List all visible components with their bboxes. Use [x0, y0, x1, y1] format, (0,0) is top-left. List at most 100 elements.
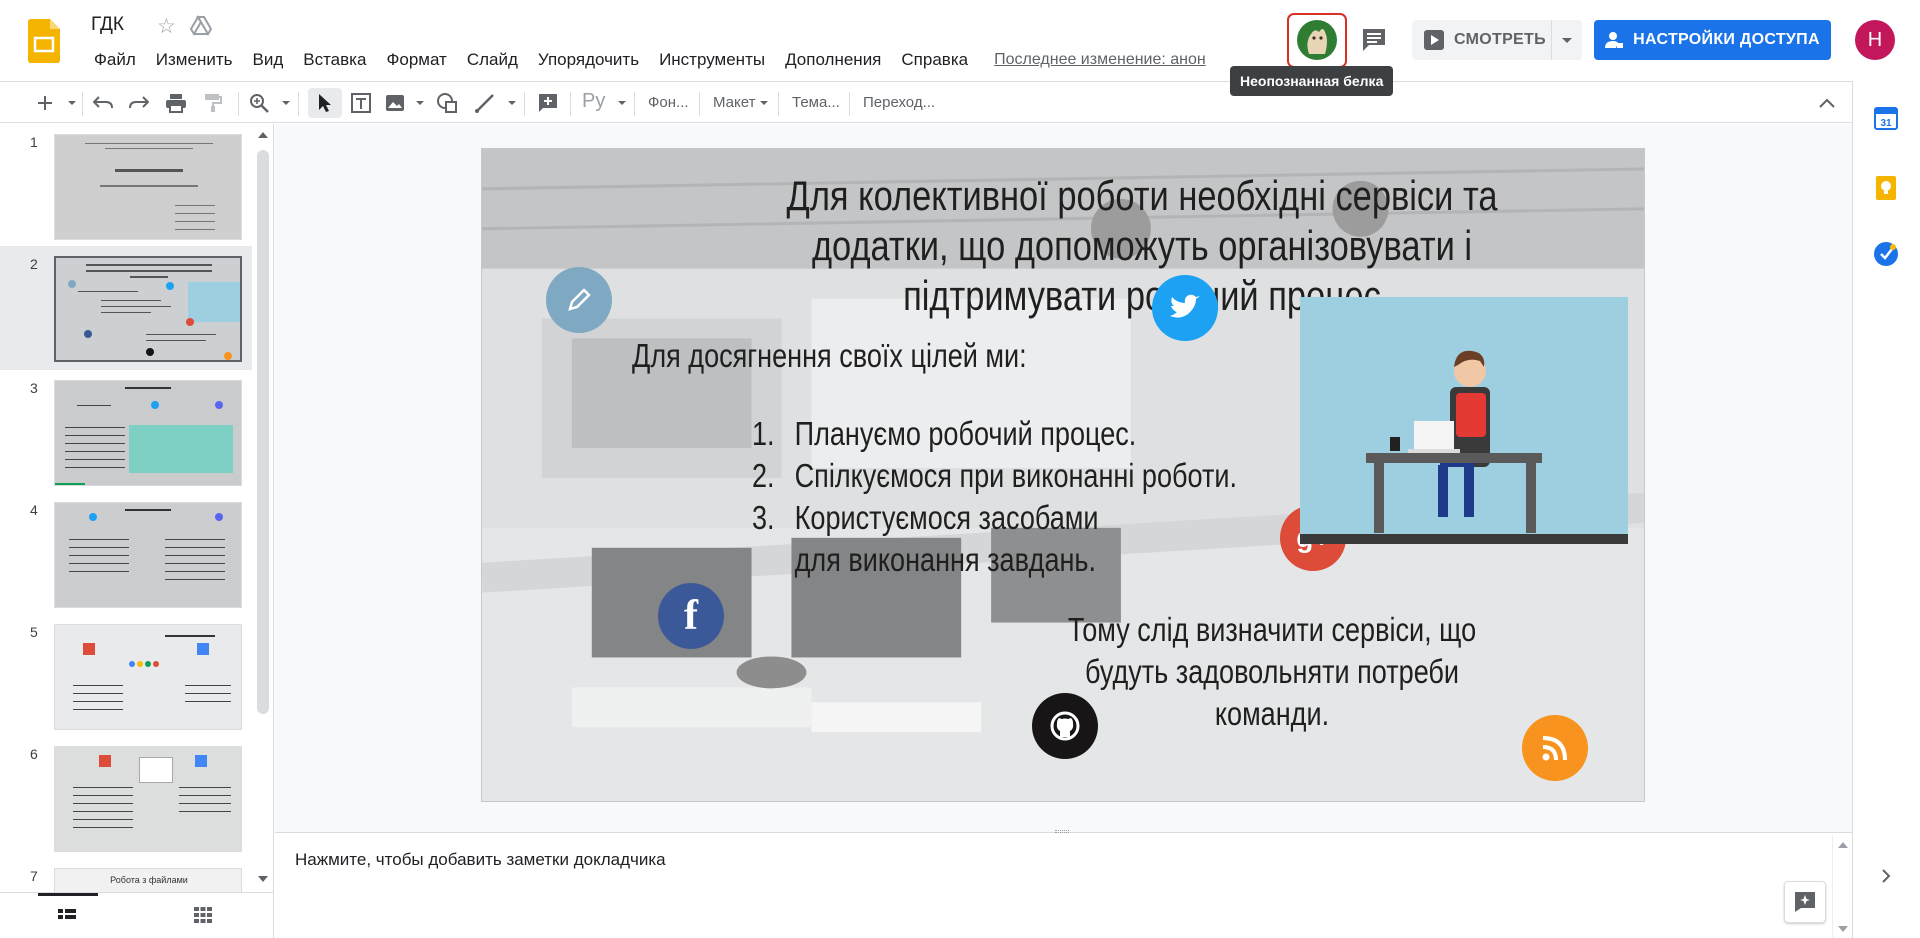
filmstrip-scrollbar[interactable]	[252, 124, 273, 892]
menu-slide[interactable]: Слайд	[457, 50, 528, 70]
menu-bar: Файл Изменить Вид Вставка Формат Слайд У…	[84, 48, 1230, 72]
rss-icon[interactable]	[1522, 715, 1588, 781]
menu-tools[interactable]: Инструменты	[649, 50, 775, 70]
scroll-down-icon[interactable]	[258, 876, 268, 882]
select-tool-button[interactable]	[308, 88, 342, 118]
input-tools-dropdown[interactable]	[612, 88, 626, 118]
list-number: 2.	[752, 457, 775, 494]
toolbar-divider	[298, 92, 299, 116]
zoom-button[interactable]	[244, 88, 274, 118]
transition-button[interactable]: Переход...	[863, 94, 935, 111]
chevron-down-icon	[617, 101, 626, 105]
redo-button[interactable]	[124, 88, 154, 118]
person-lock-icon	[1605, 32, 1624, 48]
insert-image-button[interactable]	[380, 88, 410, 118]
slide-canvas-area[interactable]: Для колективної роботи необхідні сервіси…	[275, 124, 1852, 832]
filmstrip-view-icon[interactable]	[58, 909, 76, 923]
undo-icon	[93, 96, 113, 109]
filmstrip-slide-selected[interactable]: 2	[0, 246, 252, 370]
slide-numbered-list[interactable]: 1. Плануємо робочий процес. 2. Спілкуємося…	[752, 413, 1237, 581]
grid-view-icon[interactable]	[194, 907, 212, 923]
slide-thumbnail-title: Робота з файлами	[110, 875, 188, 885]
filmstrip-slide[interactable]: 7 Робота з файлами	[0, 858, 252, 892]
menu-arrange[interactable]: Упорядочить	[528, 50, 649, 70]
share-button[interactable]: НАСТРОЙКИ ДОСТУПА	[1594, 20, 1831, 60]
filmstrip-view-switcher	[0, 892, 274, 938]
pencil-icon[interactable]	[546, 267, 612, 333]
star-icon[interactable]: ☆	[157, 14, 176, 39]
plus-icon	[38, 96, 52, 110]
speaker-notes[interactable]: Нажмите, чтобы добавить заметки докладчи…	[275, 836, 1852, 938]
filmstrip-slide[interactable]: 4	[0, 492, 252, 614]
background-button[interactable]: Фон...	[648, 94, 689, 111]
theme-button[interactable]: Тема...	[792, 94, 840, 111]
layout-button[interactable]: Макет	[713, 94, 769, 111]
list-item: 1. Плануємо робочий процес.	[752, 413, 1237, 455]
add-comment-button[interactable]	[533, 88, 563, 118]
filmstrip-slide[interactable]: 3	[0, 370, 252, 492]
menu-edit[interactable]: Изменить	[146, 50, 243, 70]
document-title[interactable]: ГДК	[91, 14, 124, 36]
keep-icon[interactable]	[1873, 175, 1899, 201]
slide-intro-text[interactable]: Для досягнення своїх цілей ми:	[632, 337, 1027, 375]
line-dropdown[interactable]	[502, 88, 516, 118]
chevron-down-icon	[281, 101, 290, 105]
new-slide-button[interactable]	[30, 88, 60, 118]
present-button[interactable]: СМОТРЕТЬ	[1412, 20, 1552, 60]
slide-conclusion-text[interactable]: Тому слід визначити сервіси, що будуть з…	[1059, 609, 1485, 735]
menu-addons[interactable]: Дополнения	[775, 50, 891, 70]
line-button[interactable]	[470, 88, 500, 118]
present-dropdown[interactable]	[1552, 37, 1582, 43]
filmstrip-slide[interactable]: 6	[0, 736, 252, 858]
filmstrip-slide[interactable]: 1	[0, 124, 252, 246]
menu-file[interactable]: Файл	[84, 50, 146, 70]
explore-button[interactable]	[1784, 881, 1826, 923]
zoom-dropdown[interactable]	[276, 88, 290, 118]
filmstrip-slide[interactable]: 5	[0, 614, 252, 736]
zoom-icon	[250, 94, 269, 113]
menu-format[interactable]: Формат	[376, 50, 456, 70]
menu-view[interactable]: Вид	[242, 50, 293, 70]
menu-help[interactable]: Справка	[891, 50, 978, 70]
chevron-right-icon[interactable]	[1873, 863, 1899, 889]
image-icon	[386, 95, 404, 111]
scroll-down-icon[interactable]	[1838, 926, 1848, 932]
paint-format-button[interactable]	[198, 88, 228, 118]
last-edit-link[interactable]: Последнее изменение: анон	[994, 51, 1230, 69]
list-text: Спілкуємося при виконанні роботи.	[794, 457, 1237, 494]
undo-button[interactable]	[88, 88, 118, 118]
scroll-up-icon[interactable]	[1838, 842, 1848, 848]
active-view-indicator	[38, 893, 98, 896]
toolbar-divider	[238, 92, 239, 116]
chevron-down-icon	[507, 101, 516, 105]
scrollbar-thumb[interactable]	[257, 150, 269, 714]
chevron-down-icon	[415, 101, 424, 105]
shape-button[interactable]	[432, 88, 462, 118]
text-box-button[interactable]	[346, 88, 376, 118]
github-icon[interactable]	[1032, 693, 1098, 759]
insert-image-dropdown[interactable]	[410, 88, 424, 118]
input-tools-label[interactable]: Ру	[582, 90, 605, 113]
slide-thumbnail	[54, 380, 242, 486]
new-slide-layout-dropdown[interactable]	[62, 88, 76, 118]
comment-icon[interactable]	[1360, 26, 1388, 54]
menu-insert[interactable]: Вставка	[293, 50, 376, 70]
tasks-icon[interactable]	[1873, 241, 1899, 267]
notes-scrollbar[interactable]	[1832, 836, 1852, 938]
print-button[interactable]	[161, 88, 191, 118]
collapse-menus-button[interactable]	[1812, 88, 1842, 118]
list-item: 2. Спілкуємося при виконанні роботи.	[752, 455, 1237, 497]
slide-number: 5	[30, 624, 38, 640]
slide-editor[interactable]: Для колективної роботи необхідні сервіси…	[481, 148, 1645, 802]
scroll-up-icon[interactable]	[258, 132, 268, 138]
calendar-icon[interactable]: 31	[1873, 105, 1899, 131]
facebook-icon[interactable]: f	[658, 583, 724, 649]
speaker-notes-placeholder[interactable]: Нажмите, чтобы добавить заметки докладчи…	[295, 850, 666, 870]
printer-icon	[166, 94, 186, 113]
twitter-icon[interactable]	[1152, 275, 1218, 341]
move-to-drive-icon[interactable]	[190, 15, 212, 37]
account-avatar[interactable]: Н	[1855, 20, 1895, 60]
slides-logo-icon[interactable]	[28, 19, 60, 63]
slide-number: 7	[30, 868, 38, 884]
collaborator-avatar[interactable]	[1287, 13, 1347, 68]
